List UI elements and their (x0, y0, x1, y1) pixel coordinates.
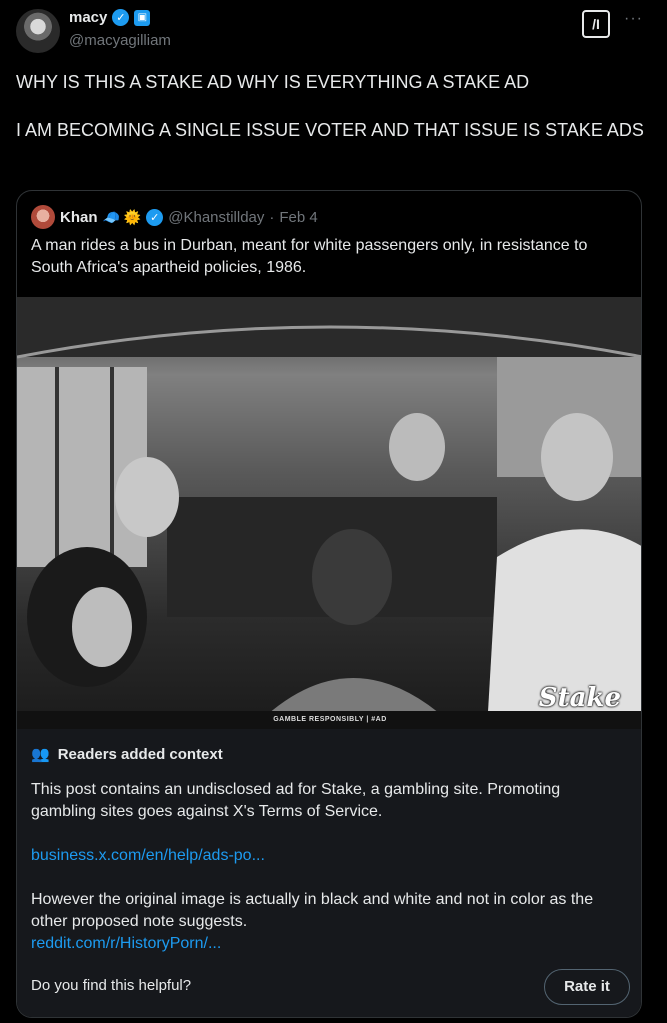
quoted-author-name: Khan (60, 208, 98, 226)
quoted-author-emojis: 🧢 🌞 (102, 208, 142, 225)
quoted-date: Feb 4 (279, 208, 318, 226)
author-handle[interactable]: @macyagilliam (69, 32, 171, 49)
quoted-tweet-photo[interactable]: Stake GAMBLE RESPONSIBLY | #AD (17, 297, 641, 729)
community-note-link-1[interactable]: business.x.com/en/help/ads-po... (31, 845, 627, 867)
verified-badge-icon: ✓ (112, 9, 130, 26)
photo-caption: GAMBLE RESPONSIBLY | #AD (17, 711, 641, 729)
quoted-tweet-header: Khan 🧢 🌞 ✓ @Khanstillday · Feb 4 (31, 205, 318, 229)
quoted-separator: · (269, 208, 275, 226)
community-note-title: Readers added context (57, 745, 223, 763)
community-note-paragraph-1: This post contains an undisclosed ad for… (31, 781, 561, 820)
quoted-author-avatar (31, 205, 55, 229)
author-display-name[interactable]: macy (69, 9, 107, 26)
community-note-header: 👥 Readers added context (31, 745, 223, 764)
stake-logo: Stake (538, 683, 621, 713)
community-note-link-2[interactable]: reddit.com/r/HistoryPorn/... (31, 933, 627, 955)
more-options-icon[interactable]: ··· (624, 10, 643, 28)
author-avatar[interactable] (16, 9, 60, 53)
people-icon: 👥 (31, 746, 50, 763)
helpful-prompt: Do you find this helpful? (31, 977, 192, 994)
affiliate-badge-icon: ▣ (134, 9, 151, 26)
quoted-tweet-card[interactable]: Khan 🧢 🌞 ✓ @Khanstillday · Feb 4 A man r… (16, 190, 642, 1018)
quoted-tweet-text: A man rides a bus in Durban, meant for w… (31, 237, 588, 276)
community-note-paragraph-2: However the original image is actually i… (31, 891, 594, 930)
rate-it-button[interactable]: Rate it (544, 969, 630, 1005)
tweet-text: WHY IS THIS A STAKE AD WHY IS EVERYTHING… (16, 72, 644, 140)
community-note-body: This post contains an undisclosed ad for… (31, 779, 627, 955)
quoted-author-handle: @Khanstillday (168, 208, 265, 226)
grok-icon[interactable]: /I (582, 10, 610, 38)
quoted-verified-icon: ✓ (146, 208, 164, 226)
author-name-row: macy ✓ ▣ (69, 9, 151, 26)
community-note: 👥 Readers added context This post contai… (17, 729, 641, 1017)
bus-photo-illustration (17, 297, 641, 729)
